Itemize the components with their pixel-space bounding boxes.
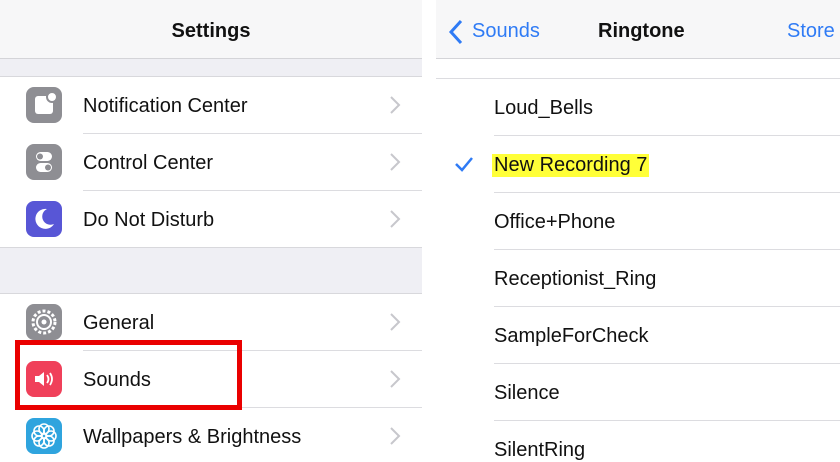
- settings-item-control-center[interactable]: Control Center: [0, 134, 422, 191]
- settings-item-label: General: [83, 312, 155, 334]
- chevron-right-icon: [389, 95, 401, 120]
- control-center-icon: [26, 144, 62, 180]
- settings-item-do-not-disturb[interactable]: Do Not Disturb: [0, 191, 422, 248]
- ringtone-item-label: SilentRing: [494, 439, 586, 461]
- sounds-highlight-box: [15, 340, 242, 410]
- back-button-label: Sounds: [472, 20, 540, 42]
- ringtone-item-label: Silence: [494, 382, 560, 404]
- ringtone-item[interactable]: Receptionist_Ring: [436, 250, 840, 307]
- chevron-right-icon: [389, 312, 401, 337]
- notification-center-icon: [26, 87, 62, 123]
- ringtone-title: Ringtone: [598, 20, 685, 42]
- chevron-right-icon: [389, 369, 401, 394]
- settings-panel: Settings Notification Center Control Cen…: [0, 0, 422, 462]
- chevron-right-icon: [389, 209, 401, 234]
- chevron-left-icon: [448, 18, 464, 46]
- ringtone-item[interactable]: SilentRing: [436, 421, 840, 462]
- ringtone-item-label: Receptionist_Ring: [494, 268, 657, 290]
- settings-navbar: Settings: [0, 0, 422, 59]
- settings-item-label: Notification Center: [83, 95, 248, 117]
- settings-item-label: Control Center: [83, 152, 214, 174]
- moon-icon: [26, 201, 62, 237]
- ringtone-item[interactable]: Silence: [436, 364, 840, 421]
- ringtone-item-label: Office+Phone: [494, 211, 616, 233]
- settings-item-wallpapers-brightness[interactable]: Wallpapers & Brightness: [0, 408, 422, 462]
- ringtone-item-label: SampleForCheck: [494, 325, 649, 347]
- chevron-right-icon: [389, 426, 401, 451]
- ringtone-item[interactable]: SampleForCheck: [436, 307, 840, 364]
- ringtone-item[interactable]: Loud_Bells: [436, 79, 840, 136]
- wallpaper-flower-icon: [26, 418, 62, 454]
- settings-item-notification-center[interactable]: Notification Center: [0, 77, 422, 134]
- gear-icon: [26, 304, 62, 340]
- settings-item-label: Wallpapers & Brightness: [83, 426, 302, 448]
- ringtone-panel: Sounds Ringtone Store Loud_Bells New Rec…: [436, 0, 840, 462]
- ringtone-item-label: New Recording 7: [492, 154, 650, 177]
- checkmark-icon: [454, 156, 474, 177]
- settings-item-label: Do Not Disturb: [83, 209, 215, 231]
- ringtone-item[interactable]: Office+Phone: [436, 193, 840, 250]
- settings-group-1: Notification Center Control Center Do No…: [0, 76, 422, 248]
- ringtone-item-label: Loud_Bells: [494, 97, 593, 119]
- ringtone-navbar: Sounds Ringtone Store: [436, 0, 840, 59]
- chevron-right-icon: [389, 152, 401, 177]
- settings-title: Settings: [171, 20, 251, 42]
- ringtone-item-selected[interactable]: New Recording 7: [436, 136, 840, 193]
- ringtone-list: Loud_Bells New Recording 7 Office+Phone …: [436, 78, 840, 462]
- store-button[interactable]: Store: [787, 20, 835, 43]
